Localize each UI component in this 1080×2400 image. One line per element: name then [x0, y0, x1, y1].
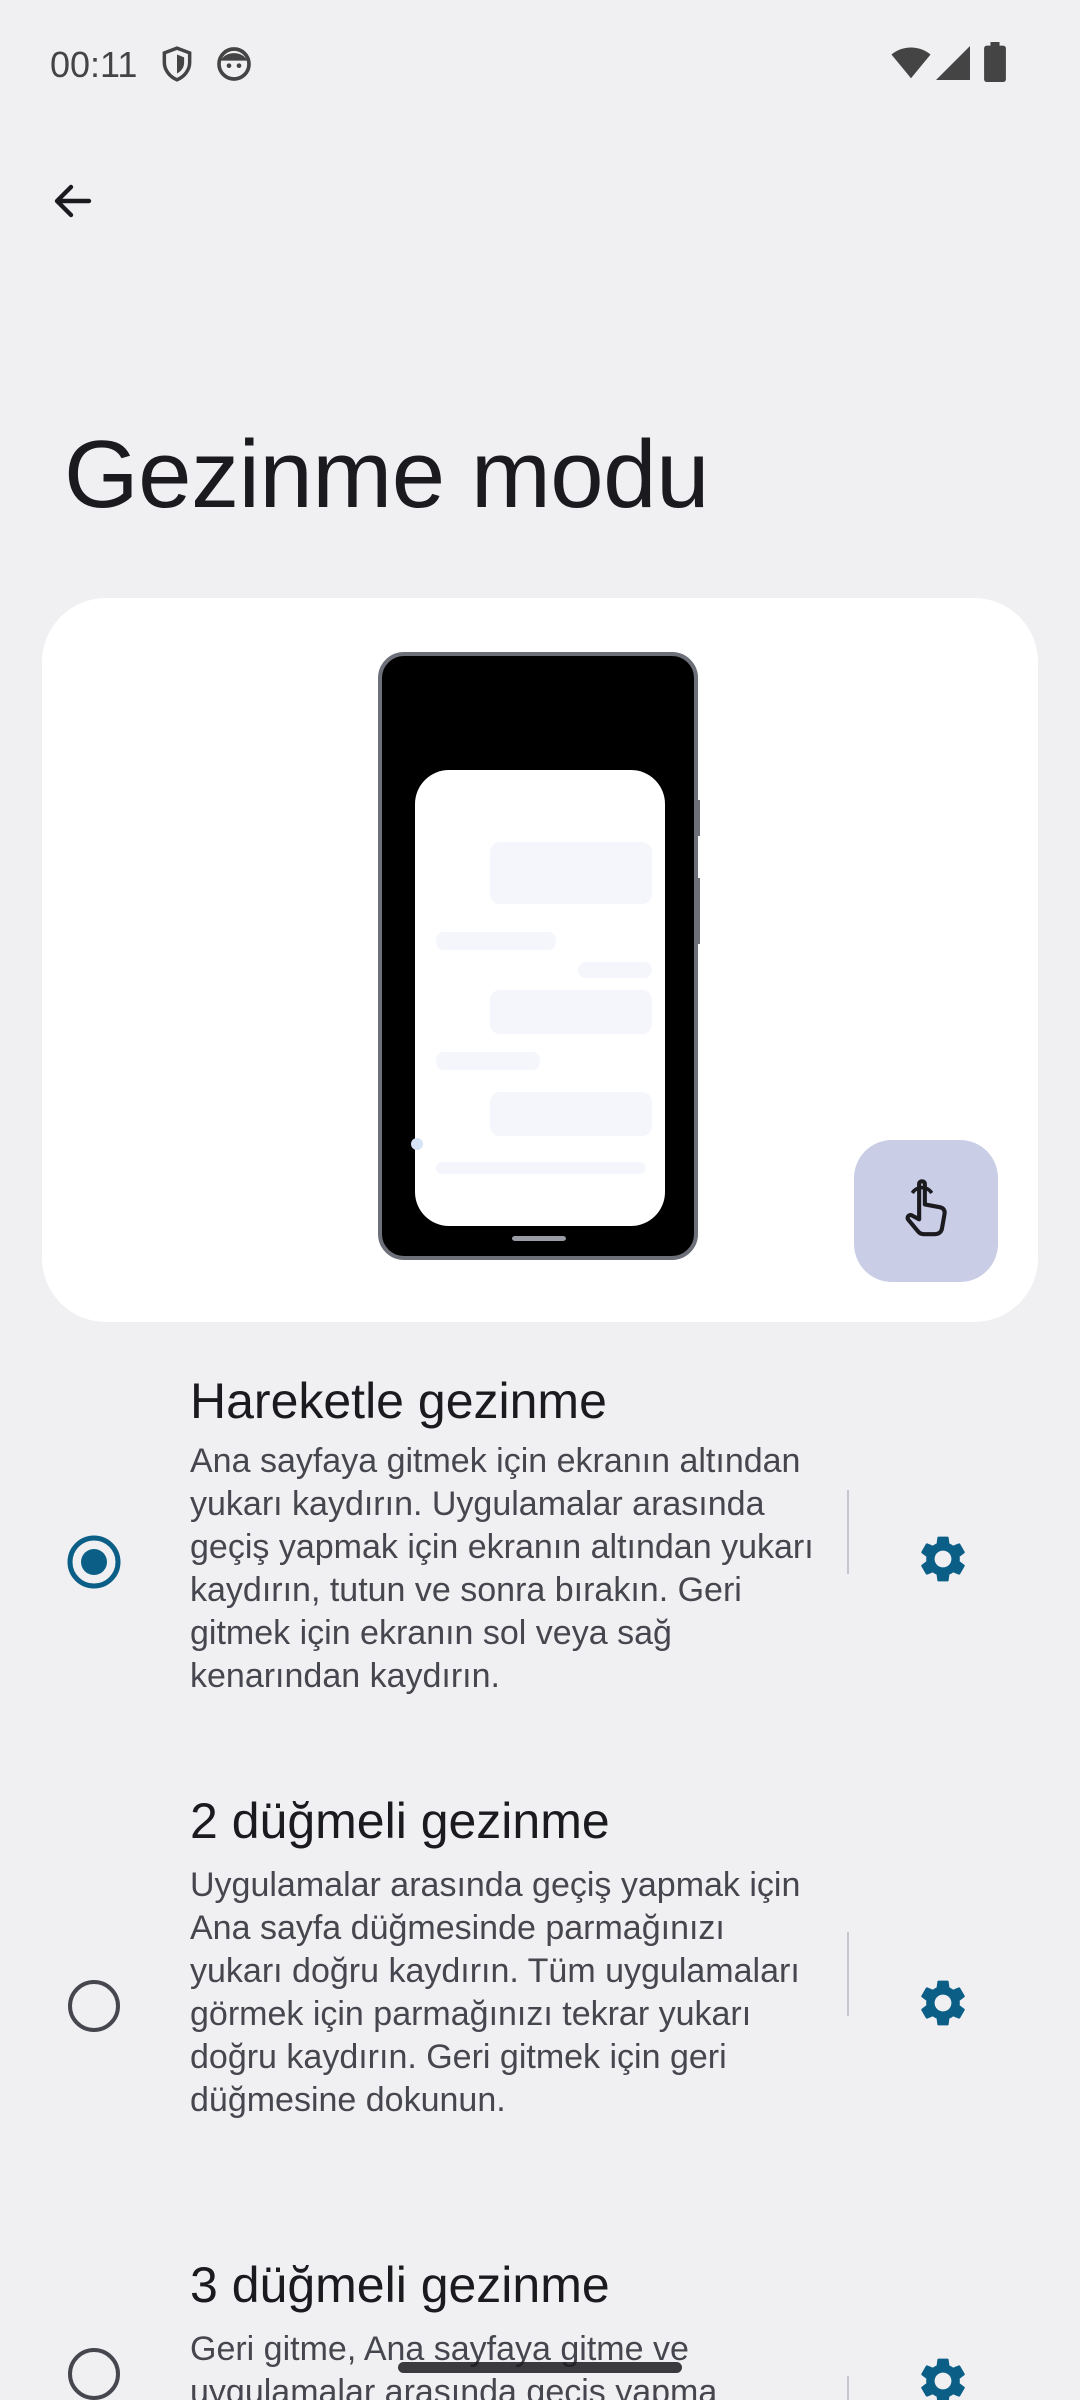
status-time: 00:11 — [50, 44, 138, 85]
option-three-button-navigation[interactable]: 3 düğmeli gezinme Geri gitme, Ana sayfay… — [0, 2244, 1080, 2400]
back-button[interactable] — [30, 160, 116, 246]
page-title: Gezinme modu — [64, 421, 709, 528]
signal-icon — [936, 46, 970, 85]
option-description: Ana sayfaya gitmek için ekranın altından… — [190, 1442, 814, 1695]
touch-hand-icon — [898, 1177, 954, 1246]
option-title: Hareketle gezinme — [190, 1373, 607, 1429]
gesture-settings-button[interactable] — [900, 1518, 986, 1604]
radio-unselected[interactable] — [64, 2344, 124, 2400]
gesture-preview-button[interactable] — [854, 1140, 998, 1282]
back-arrow-icon — [49, 177, 97, 230]
option-gesture-navigation[interactable]: Hareketle gezinme Ana sayfaya gitmek içi… — [0, 1360, 1080, 1720]
navigation-mode-screen: 00:11 Gezinme modu Hareketle gezinme Ana… — [0, 0, 1080, 2400]
divider — [847, 1932, 849, 2016]
divider — [847, 2376, 849, 2400]
phone-illustration — [378, 652, 703, 1262]
radio-selected[interactable] — [64, 1532, 124, 1592]
divider — [847, 1490, 849, 1574]
wifi-icon — [890, 46, 932, 85]
gear-icon — [915, 1975, 971, 2036]
radio-unselected[interactable] — [64, 1976, 124, 2036]
two-button-settings-button[interactable] — [900, 1962, 986, 2048]
shield-icon — [158, 44, 196, 89]
navigation-handle[interactable] — [398, 2362, 682, 2373]
option-title: 3 düğmeli gezinme — [190, 2257, 610, 2313]
option-title: 2 düğmeli gezinme — [190, 1793, 610, 1849]
battery-icon — [984, 42, 1006, 87]
face-icon — [214, 44, 254, 89]
status-bar: 00:11 — [0, 0, 1080, 130]
navigation-illustration-card — [42, 598, 1038, 1322]
three-button-settings-button[interactable] — [900, 2340, 986, 2400]
gear-icon — [915, 2353, 971, 2400]
option-two-button-navigation[interactable]: 2 düğmeli gezinme Uygulamalar arasında g… — [0, 1780, 1080, 2180]
option-description: Uygulamalar arasında geçiş yapmak için A… — [190, 1866, 801, 2119]
gear-icon — [915, 1531, 971, 1592]
